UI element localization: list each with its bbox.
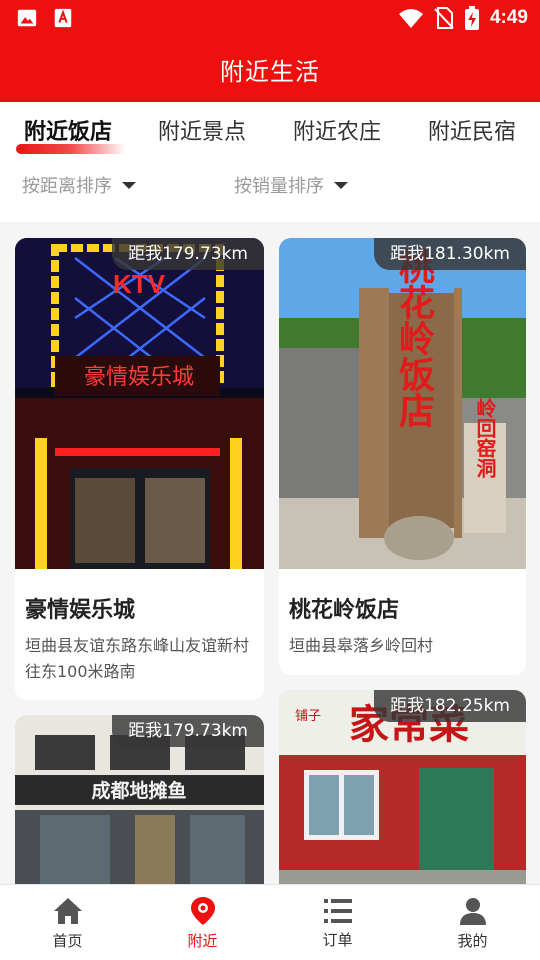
restaurant-name: 豪情娱乐城: [25, 598, 136, 623]
restaurant-card[interactable]: KTV 豪情娱乐城 距我179.73km 豪情娱乐城 垣曲县友谊东路东峰山友谊新…: [15, 238, 264, 700]
restaurant-photo: KTV 豪情娱乐城 距我179.73km: [15, 238, 264, 569]
restaurant-name: 桃花岭饭店: [289, 598, 400, 623]
restaurant-photo: 桃花岭饭店 岭回窑洞 距我181.30km: [279, 238, 526, 569]
no-sim-icon: [434, 7, 454, 29]
sort-by-sales-dropdown[interactable]: 按销量排序: [234, 172, 348, 198]
caret-down-icon: [122, 181, 136, 189]
caret-down-icon: [334, 181, 348, 189]
user-icon: [459, 897, 486, 925]
nav-nearby[interactable]: 附近: [135, 885, 270, 960]
restaurant-photo: 成都地摊鱼 距我179.73km: [15, 715, 264, 895]
wifi-icon: [398, 9, 423, 28]
status-bar: 4:49: [0, 0, 540, 36]
restaurant-address: 垣曲县友谊东路东峰山友谊新村往东100米路南: [25, 636, 250, 681]
restaurant-card[interactable]: 成都地摊鱼 距我179.73km: [15, 715, 264, 895]
home-icon: [53, 897, 82, 924]
side-sign-text: 岭回窑洞: [473, 397, 497, 478]
restaurant-card[interactable]: 铺子 家常菜 距我182.25km: [279, 690, 526, 895]
nav-home-label: 首页: [52, 931, 83, 950]
list-icon: [323, 898, 352, 923]
image-icon: [17, 9, 37, 27]
app-a-icon: [54, 8, 72, 28]
tab-nearby-farms[interactable]: 附近农庄: [293, 114, 381, 146]
sort-sales-label: 按销量排序: [234, 176, 324, 197]
battery-charging-icon: [464, 6, 479, 30]
restaurant-photo: 铺子 家常菜 距我182.25km: [279, 690, 526, 895]
clock-time: 4:49: [489, 7, 528, 28]
distance-badge: 距我179.73km: [112, 238, 264, 270]
nav-home[interactable]: 首页: [0, 885, 135, 960]
distance-badge: 距我182.25km: [374, 690, 526, 722]
restaurant-card[interactable]: 桃花岭饭店 岭回窑洞 距我181.30km 桃花岭饭店 垣曲县皋落乡岭回村: [279, 238, 526, 675]
restaurant-address: 垣曲县皋落乡岭回村: [289, 636, 434, 655]
tab-nearby-attractions[interactable]: 附近景点: [158, 114, 246, 146]
bottom-navigation: 首页 附近 订单 我的: [0, 884, 540, 960]
tab-nearby-restaurants[interactable]: 附近饭店: [24, 114, 112, 146]
distance-badge: 距我179.73km: [112, 715, 264, 747]
ktv-sign-text: KTV: [113, 269, 166, 299]
active-tab-indicator: [16, 144, 126, 154]
category-tabs: 附近饭店 附近景点 附近农庄 附近民宿 按距离排序 按销量排序: [0, 102, 540, 222]
nav-profile[interactable]: 我的: [405, 885, 540, 960]
distance-badge: 距我181.30km: [374, 238, 526, 270]
location-pin-icon: [190, 896, 215, 925]
tab-nearby-homestays[interactable]: 附近民宿: [428, 114, 516, 146]
restaurant-sign-text: 桃花岭饭店: [393, 248, 435, 428]
nav-orders[interactable]: 订单: [270, 885, 405, 960]
restaurant-sign-text: 成都地摊鱼: [91, 779, 186, 802]
nav-profile-label: 我的: [457, 931, 488, 950]
page-title: 附近生活: [220, 57, 320, 86]
sort-by-distance-dropdown[interactable]: 按距离排序: [22, 172, 136, 198]
ktv-sign-subtext: 豪情娱乐城: [84, 365, 194, 390]
nav-orders-label: 订单: [322, 930, 353, 949]
sort-distance-label: 按距离排序: [22, 176, 112, 197]
shop-sign-prefix: 铺子: [295, 709, 321, 724]
app-header: 附近生活: [0, 36, 540, 102]
nav-nearby-label: 附近: [187, 931, 218, 950]
